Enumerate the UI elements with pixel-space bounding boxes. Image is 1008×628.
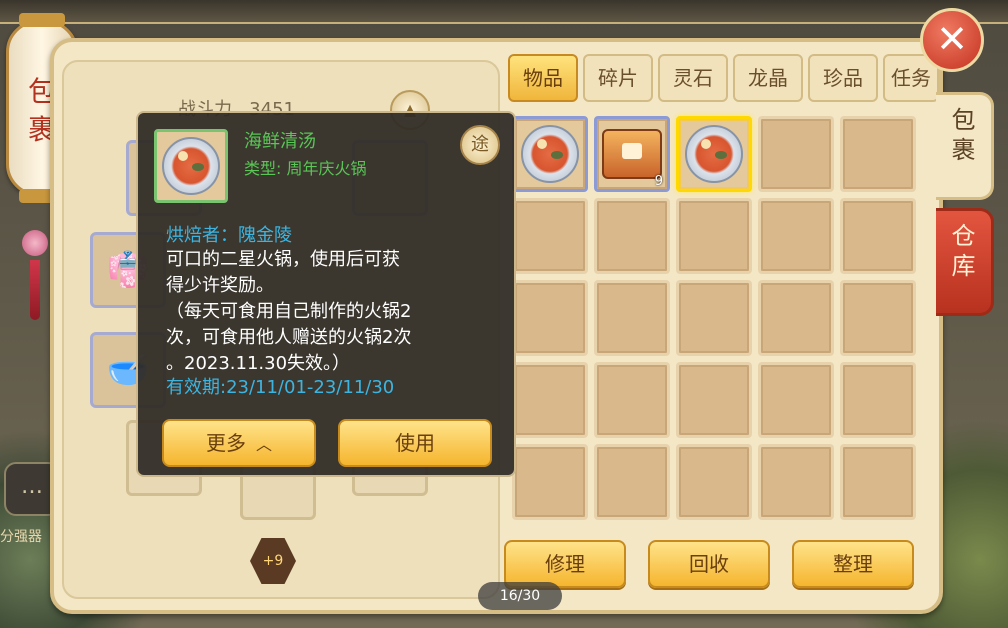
tooltip-item-slot [154,129,228,203]
description-line: 得少许奖励。 [166,275,274,296]
tassel-ornament [20,210,50,320]
description-line: 可口的二星火锅，使用后可获 [166,249,400,270]
description-line: （每天可食用自己制作的火锅2 [166,301,412,322]
inventory-cell[interactable] [512,362,588,438]
tofu-plate-icon-shape [602,129,662,179]
hotpot-bowl-icon-shape [685,125,743,183]
repair-button[interactable]: 修理 [504,540,626,588]
inventory-cell[interactable] [676,362,752,438]
hotpot-bowl-icon [162,137,220,195]
chevron-up-icon: ︿ [255,435,272,454]
close-button[interactable]: ✕ [920,8,984,72]
inventory-cell[interactable] [758,116,834,192]
item-tooltip: 海鲜清汤 类型: 周年庆火锅 途 烘焙者：隗金陵 可口的二星火锅，使用后可获 得… [136,111,516,477]
inventory-cell[interactable] [676,280,752,356]
inventory-cell[interactable] [594,280,670,356]
tassel-tail [30,260,40,320]
inventory-cell[interactable] [512,444,588,520]
inventory-cell[interactable]: 9 [594,116,670,192]
tooltip-maker: 烘焙者：隗金陵 [166,225,292,246]
more-button[interactable]: 更多 ︿ [162,419,316,467]
tooltip-source-badge[interactable]: 途 [460,125,500,165]
inventory-cell[interactable] [512,198,588,274]
hotpot-bowl-icon [515,119,585,189]
tooltip-validity: 有效期:23/11/01-23/11/30 [166,377,395,398]
inventory-cell[interactable] [758,198,834,274]
category-tabs: 物品 碎片 灵石 龙晶 珍品 任务 [508,54,939,102]
knot-ornament [22,230,48,256]
side-tab-bag[interactable]: 包 裹 [936,92,994,200]
tab-items[interactable]: 物品 [508,54,578,102]
inventory-cell[interactable] [676,116,752,192]
page-indicator: 16/30 [478,582,562,610]
inventory-cell[interactable] [758,362,834,438]
tab-dragon-crystals[interactable]: 龙晶 [733,54,803,102]
tab-fragments[interactable]: 碎片 [583,54,653,102]
side-tab-warehouse[interactable]: 仓 库 [936,208,994,316]
inventory-cell[interactable] [840,198,916,274]
inventory-cell[interactable] [594,198,670,274]
inventory-cell[interactable] [594,362,670,438]
hotpot-bowl-icon-shape [521,125,579,183]
tab-spirit-stones[interactable]: 灵石 [658,54,728,102]
more-button-label: 更多 [205,431,246,455]
inventory-cell[interactable] [758,444,834,520]
sort-button[interactable]: 整理 [792,540,914,588]
recycle-button[interactable]: 回收 [648,540,770,588]
inventory-cell[interactable] [676,198,752,274]
inventory-cell[interactable] [840,444,916,520]
inventory-cell[interactable] [758,280,834,356]
inventory-cell[interactable] [594,444,670,520]
inventory-cell[interactable] [840,280,916,356]
inventory-cell[interactable] [840,116,916,192]
tooltip-item-type: 类型: 周年庆火锅 [244,159,367,178]
tooltip-item-name: 海鲜清汤 [244,131,316,152]
tab-treasures[interactable]: 珍品 [808,54,878,102]
inventory-cell[interactable] [512,116,588,192]
inventory-cell[interactable] [512,280,588,356]
use-button[interactable]: 使用 [338,419,492,467]
item-count: 9 [654,174,663,189]
hotpot-bowl-icon [679,119,749,189]
inventory-cell[interactable] [840,362,916,438]
top-strip [0,0,1008,24]
inventory-cell[interactable] [676,444,752,520]
tooltip-description: 可口的二星火锅，使用后可获 得少许奖励。 （每天可食用自己制作的火锅2 次，可食… [166,247,496,377]
chat-label: 分强器 [0,529,42,545]
description-line: 次，可食用他人赠送的火锅2次 [166,327,412,348]
inventory-grid: 9 [512,116,916,520]
